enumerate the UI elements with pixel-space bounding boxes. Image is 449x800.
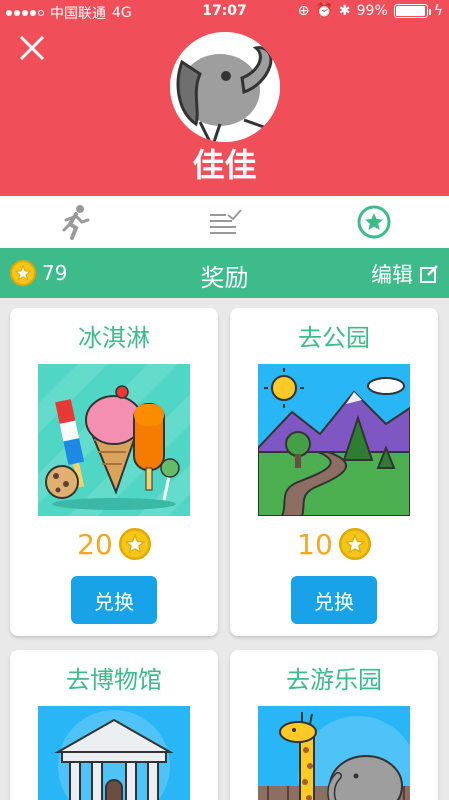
reward-grid: 冰淇淋 20 兑换 去公园 10 兑换 去博物馆 去游乐园 (0, 298, 449, 800)
tab-activity[interactable] (0, 196, 150, 248)
bluetooth-icon: ✱ (338, 3, 351, 19)
reward-cost: 20 (10, 526, 218, 562)
reward-cost: 10 (230, 526, 438, 562)
rotation-lock-icon: ⊕ (297, 3, 310, 19)
reward-bar: 79 奖励 编辑 (0, 248, 449, 298)
reward-card[interactable]: 去游乐园 (230, 650, 438, 800)
avatar[interactable] (170, 32, 280, 142)
alarm-icon: ⏰ (315, 3, 333, 19)
profile-header: 中国联通 4G 17:07 ⊕ ⏰ ✱ 99% ϟ 佳佳 (0, 0, 449, 196)
battery-fill (395, 6, 426, 16)
edit-icon (420, 265, 438, 283)
coin-icon (118, 528, 151, 560)
status-bar: 中国联通 4G 17:07 ⊕ ⏰ ✱ 99% ϟ (0, 0, 449, 24)
reward-card[interactable]: 去博物馆 (10, 650, 218, 800)
redeem-button[interactable]: 兑换 (291, 576, 377, 624)
ice-cream-illustration (38, 364, 190, 516)
museum-illustration (38, 706, 190, 800)
elephant-avatar-icon (170, 32, 280, 142)
zoo-illustration (258, 706, 410, 800)
status-right: ⊕ ⏰ ✱ 99% ϟ (298, 3, 443, 19)
edit-button[interactable]: 编辑 (371, 259, 439, 289)
cost-value: 20 (77, 527, 113, 561)
reward-title: 去博物馆 (66, 666, 162, 694)
coin-icon (338, 528, 371, 560)
running-person-icon (62, 205, 90, 240)
reward-title: 去游乐园 (286, 666, 382, 694)
close-icon (19, 35, 45, 61)
reward-title: 去公园 (298, 324, 370, 352)
redeem-button[interactable]: 兑换 (71, 576, 157, 624)
reward-title: 冰淇淋 (78, 324, 150, 352)
tab-rewards[interactable] (299, 196, 449, 248)
star-circle-icon (357, 205, 391, 239)
battery-percent: 99% (356, 3, 388, 19)
tab-bar (0, 196, 449, 248)
reward-card[interactable]: 冰淇淋 20 兑换 (10, 308, 218, 636)
park-illustration (258, 364, 410, 516)
cost-value: 10 (297, 527, 333, 561)
charging-icon: ϟ (433, 3, 443, 19)
edit-label: 编辑 (371, 263, 413, 287)
reward-card[interactable]: 去公园 10 兑换 (230, 308, 438, 636)
profile-name: 佳佳 (192, 146, 257, 184)
battery-icon (393, 4, 431, 18)
tab-tasks[interactable] (150, 196, 300, 248)
checklist-icon (209, 209, 242, 234)
close-button[interactable] (16, 32, 48, 64)
